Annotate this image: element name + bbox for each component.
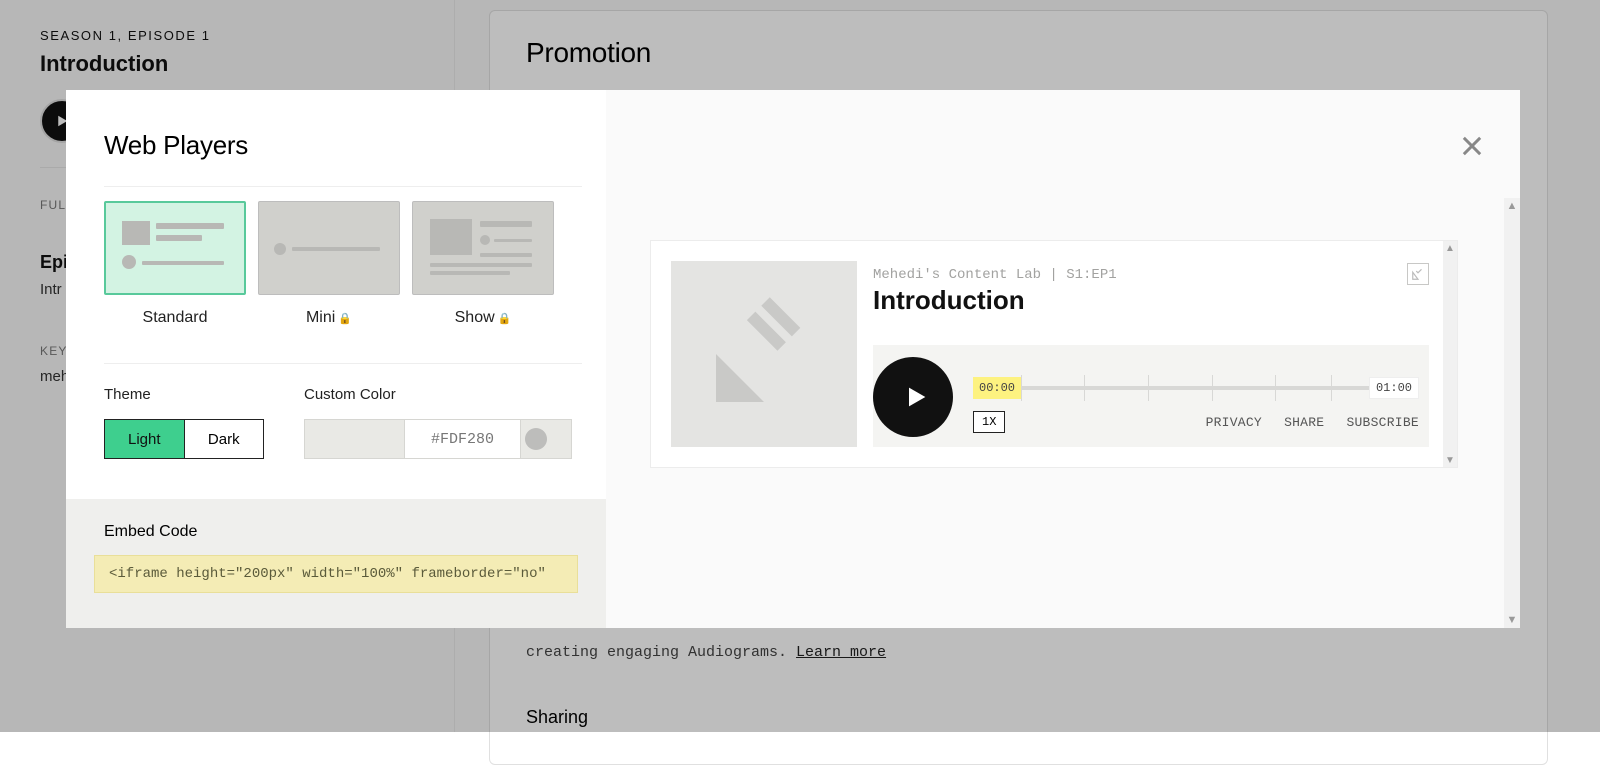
option-label: Mini🔒 (258, 309, 400, 327)
artwork-placeholder-icon (704, 294, 824, 414)
theme-section: Theme Light Dark (104, 386, 264, 459)
player-type-row: Standard Mini🔒 (104, 201, 582, 327)
theme-label: Theme (104, 386, 264, 403)
config-scroll[interactable]: Standard Mini🔒 (66, 186, 606, 628)
theme-dark-button[interactable]: Dark (184, 420, 264, 458)
player-option-show[interactable]: Show🔒 (412, 201, 554, 327)
toggle-knob (525, 428, 547, 450)
scroll-down-icon[interactable]: ▼ (1504, 612, 1520, 628)
preview-title: Introduction (873, 285, 1429, 316)
embed-label: Embed Code (104, 523, 578, 541)
divider (104, 186, 582, 187)
privacy-link[interactable]: PRIVACY (1206, 415, 1262, 430)
preview-links: PRIVACY SHARE SUBSCRIBE (1206, 415, 1419, 430)
mini-thumb (258, 201, 400, 295)
progress-track[interactable]: 00:00 01:00 (973, 377, 1419, 399)
theme-light-button[interactable]: Light (105, 420, 184, 458)
share-link[interactable]: SHARE (1284, 415, 1324, 430)
scroll-down-icon[interactable]: ▼ (1443, 453, 1457, 467)
web-players-modal: Web Players (66, 90, 1520, 628)
preview-scrollbar[interactable]: ▲ ▼ (1443, 241, 1457, 467)
config-pane: Web Players (66, 90, 606, 628)
color-hex-input[interactable] (404, 419, 520, 459)
time-total: 01:00 (1369, 377, 1419, 399)
custom-color-label: Custom Color (304, 386, 572, 403)
modal-scrollbar[interactable]: ▲ ▼ (1504, 198, 1520, 628)
play-icon (902, 383, 930, 411)
embed-code[interactable]: <iframe height="200px" width="100%" fram… (94, 555, 578, 593)
color-toggle[interactable] (520, 419, 572, 459)
standard-thumb (104, 201, 246, 295)
subscribe-link[interactable]: SUBSCRIBE (1346, 415, 1419, 430)
option-label: Standard (104, 309, 246, 327)
option-label: Show🔒 (412, 309, 554, 327)
show-thumb (412, 201, 554, 295)
custom-color-section: Custom Color (304, 386, 572, 459)
theme-toggle: Light Dark (104, 419, 264, 459)
player-controls: 00:00 01:00 1X PRIVACY SHARE SUBSCRIBE (873, 345, 1429, 447)
preview-breadcrumb: Mehedi's Content Lab | S1:EP1 (873, 267, 1429, 283)
play-button[interactable] (873, 357, 953, 437)
lock-icon: 🔒 (498, 313, 512, 325)
player-preview: Mehedi's Content Lab | S1:EP1 Introducti… (650, 240, 1458, 468)
scroll-up-icon[interactable]: ▲ (1504, 198, 1520, 214)
close-button[interactable] (1458, 132, 1486, 160)
player-option-standard[interactable]: Standard (104, 201, 246, 327)
player-option-mini[interactable]: Mini🔒 (258, 201, 400, 327)
episode-artwork (671, 261, 857, 447)
time-current: 00:00 (973, 377, 1021, 399)
scroll-up-icon[interactable]: ▲ (1443, 241, 1457, 255)
close-icon (1458, 132, 1486, 160)
embed-section: Embed Code <iframe height="200px" width=… (66, 499, 606, 628)
modal-heading: Web Players (104, 130, 606, 161)
color-swatch[interactable] (304, 419, 404, 459)
lock-icon: 🔒 (338, 313, 352, 325)
playback-speed-button[interactable]: 1X (973, 411, 1005, 433)
